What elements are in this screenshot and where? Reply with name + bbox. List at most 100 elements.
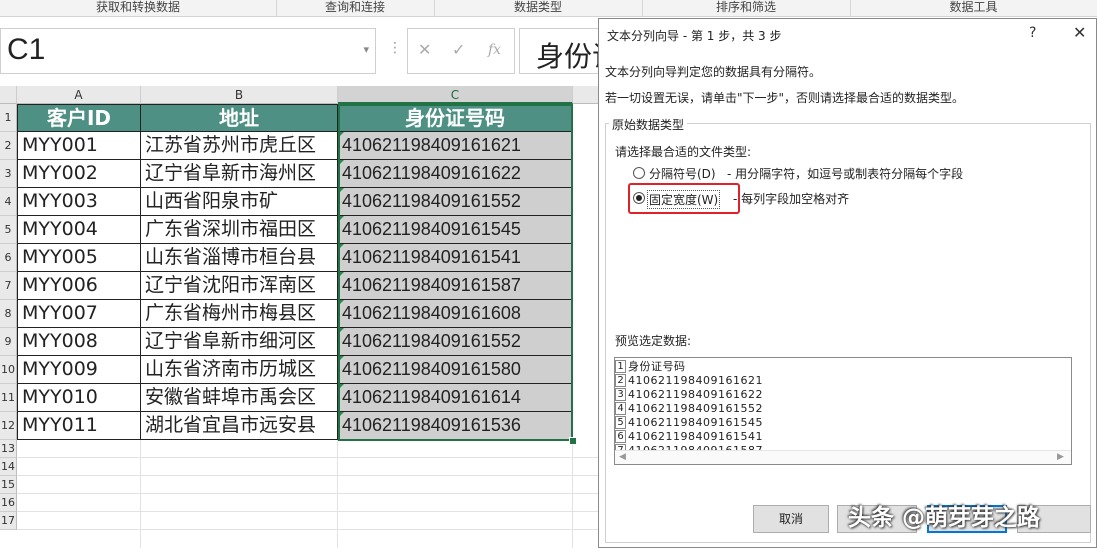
row-header[interactable]: 8 [0,300,17,328]
table-cell[interactable]: 广东省深圳市福田区 [141,216,338,244]
enter-check-icon[interactable]: ✓ [452,40,465,59]
header-cell-id-number[interactable]: 身份证号码 [338,104,573,132]
error-indicator-icon[interactable] [338,272,344,278]
ribbon-group-data-types: 数据类型 [434,0,643,16]
table-cell[interactable]: 山东省淄博市桓台县 [141,244,338,272]
error-indicator-icon[interactable] [338,384,344,390]
table-cell[interactable]: 辽宁省沈阳市浑南区 [141,272,338,300]
row-header[interactable]: 2 [0,132,17,160]
table-cell[interactable]: 安徽省蚌埠市禹会区 [141,384,338,412]
dialog-title: 文本分列向导 - 第 1 步，共 3 步 [607,29,782,43]
error-indicator-icon[interactable] [338,216,344,222]
table-cell[interactable]: 410621198409161541 [338,244,573,272]
close-icon[interactable]: ✕ [1073,23,1086,42]
error-indicator-icon[interactable] [338,132,344,138]
row-header[interactable]: 4 [0,188,17,216]
name-box-dropdown-icon[interactable]: ▾ [363,43,369,56]
error-indicator-icon[interactable] [338,160,344,166]
column-header-c[interactable]: C [338,86,573,104]
table-cell[interactable]: MYY010 [17,384,141,412]
preview-row: 6 410621198409161541 [615,430,1055,444]
row-header[interactable]: 5 [0,216,17,244]
row-header[interactable]: 10 [0,356,17,384]
table-cell[interactable]: MYY005 [17,244,141,272]
error-indicator-icon[interactable] [338,328,344,334]
table-cell[interactable]: MYY001 [17,132,141,160]
header-cell-customer-id[interactable]: 客户ID [17,104,141,132]
table-cell[interactable]: 410621198409161608 [338,300,573,328]
table-cell[interactable]: MYY003 [17,188,141,216]
row-header[interactable]: 13 [0,440,17,458]
table-cell[interactable]: 辽宁省阜新市海州区 [141,160,338,188]
table-cell[interactable]: 410621198409161621 [338,132,573,160]
row-header[interactable]: 17 [0,512,17,530]
table-cell[interactable]: MYY009 [17,356,141,384]
row-header[interactable]: 11 [0,384,17,412]
table-cell[interactable]: 410621198409161552 [338,328,573,356]
name-box[interactable]: C1 ▾ [0,28,376,74]
row-header[interactable]: 15 [0,476,17,494]
preview-label: 预览选定数据: [615,334,692,348]
row-header[interactable]: 6 [0,244,17,272]
column-header-b[interactable]: B [141,86,338,104]
scroll-right-icon[interactable]: ▶ [1057,452,1064,462]
delimited-label[interactable]: 分隔符号(D) [649,165,716,182]
group-label: 原始数据类型 [609,116,688,133]
preview-horizontal-scrollbar[interactable]: ◀ ▶ [615,450,1071,464]
column-header-d[interactable] [573,86,598,104]
fixed-width-label[interactable]: 固定宽度(W) [647,190,721,209]
error-indicator-icon[interactable] [338,300,344,306]
formula-input[interactable]: 身份证号码 [519,28,599,74]
preview-row-text: 410621198409161552 [628,402,763,415]
preview-row-text: 410621198409161545 [628,416,763,429]
fill-handle[interactable] [569,437,577,445]
table-cell[interactable]: 410621198409161552 [338,188,573,216]
row-header[interactable]: 16 [0,494,17,512]
row-header[interactable]: 14 [0,458,17,476]
preview-vertical-scrollbar[interactable]: ▲ ▼ [1071,358,1072,450]
table-cell[interactable]: 410621198409161622 [338,160,573,188]
table-cell[interactable]: 湖北省宜昌市远安县 [141,412,338,440]
select-all-corner[interactable] [0,86,17,104]
cancel-button[interactable]: 取消 [753,505,829,533]
delimited-radio[interactable] [633,167,645,179]
scroll-left-icon[interactable]: ◀ [619,452,626,462]
row-header[interactable]: 12 [0,412,17,440]
header-cell-address[interactable]: 地址 [141,104,338,132]
table-cell[interactable]: 广东省梅州市梅县区 [141,300,338,328]
table-cell[interactable]: 山西省阳泉市矿 [141,188,338,216]
table-cell[interactable]: 410621198409161545 [338,216,573,244]
help-icon[interactable]: ? [1029,25,1036,41]
error-indicator-icon[interactable] [338,244,344,250]
fixed-width-radio[interactable] [633,192,645,204]
cancel-icon[interactable]: ✕ [418,40,431,59]
preview-row-number: 5 [615,416,626,429]
error-indicator-icon[interactable] [338,188,344,194]
table-cell[interactable]: 辽宁省阜新市细河区 [141,328,338,356]
row-header[interactable]: 1 [0,104,17,132]
table-cell[interactable]: 410621198409161587 [338,272,573,300]
preview-box[interactable]: 1 身份证号码 2 410621198409161621 3 41062119840916… [614,357,1072,465]
column-header-a[interactable]: A [17,86,141,104]
formula-bar-grip-icon[interactable]: ⋮ [388,40,403,56]
dialog-intro-2: 若一切设置无误，请单击"下一步"，否则请选择最合适的数据类型。 [605,91,965,105]
table-cell[interactable]: 江苏省苏州市虎丘区 [141,132,338,160]
table-cell[interactable]: MYY004 [17,216,141,244]
table-cell[interactable]: 山东省济南市历城区 [141,356,338,384]
error-indicator-icon[interactable] [338,412,344,418]
error-indicator-icon[interactable] [338,356,344,362]
table-cell[interactable]: 410621198409161580 [338,356,573,384]
row-header[interactable]: 3 [0,160,17,188]
row-header[interactable]: 7 [0,272,17,300]
table-cell[interactable]: MYY006 [17,272,141,300]
table-cell[interactable]: MYY008 [17,328,141,356]
row-header[interactable]: 9 [0,328,17,356]
table-cell[interactable]: MYY011 [17,412,141,440]
insert-function-icon[interactable]: fx [488,42,501,58]
table-cell[interactable]: 410621198409161536 [338,412,573,440]
preview-row-number: 6 [615,430,626,443]
ribbon-group-data-tools: 数据工具 [949,0,998,14]
table-cell[interactable]: MYY002 [17,160,141,188]
table-cell[interactable]: MYY007 [17,300,141,328]
table-cell[interactable]: 410621198409161614 [338,384,573,412]
